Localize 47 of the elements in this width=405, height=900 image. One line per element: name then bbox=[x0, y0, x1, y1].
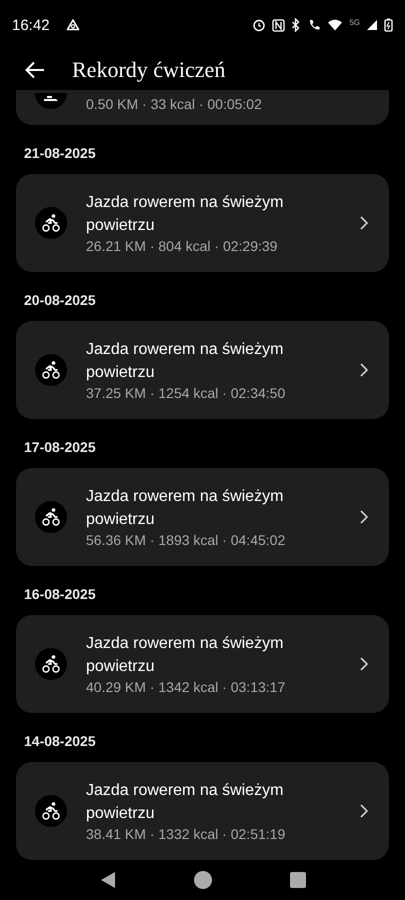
cyclist-icon bbox=[35, 501, 67, 533]
alarm-icon bbox=[252, 18, 266, 32]
record-title: Jazda rowerem na świeżym powietrzu bbox=[86, 340, 284, 383]
cyclist-icon bbox=[35, 795, 67, 827]
record-title: Jazda rowerem na świeżym powietrzu bbox=[86, 193, 284, 236]
record-stats: 40.29 KM · 1342 kcal · 03:13:17 bbox=[86, 678, 286, 696]
record-stats: 37.25 KM · 1254 kcal · 02:34:50 bbox=[86, 384, 286, 402]
back-nav-icon[interactable] bbox=[98, 871, 117, 889]
record-title: Jazda rowerem na świeżym powietrzu bbox=[86, 634, 284, 677]
record-card[interactable]: 0.50 KM · 33 kcal · 00:05:02 bbox=[16, 90, 389, 125]
cyclist-icon bbox=[35, 648, 67, 680]
record-card[interactable]: Jazda rowerem na świeżym powietrzu 40.29 KM · 1342 kcal · 03:13:17 bbox=[16, 615, 389, 713]
record-card[interactable]: Jazda rowerem na świeżym powietrzu 38.41 KM · 1332 kcal · 02:51:19 bbox=[16, 762, 389, 860]
date-heading: 21-08-2025 bbox=[23, 144, 97, 163]
record-title: Jazda rowerem na świeżym powietrzu bbox=[86, 781, 284, 824]
chevron-right-icon bbox=[359, 215, 369, 231]
record-stats: 26.21 KM · 804 kcal · 02:29:39 bbox=[86, 237, 278, 255]
battery-icon bbox=[384, 18, 393, 32]
triangle-icon bbox=[66, 18, 80, 32]
record-card[interactable]: Jazda rowerem na świeżym powietrzu 37.25 KM · 1254 kcal · 02:34:50 bbox=[16, 321, 389, 419]
chevron-right-icon bbox=[359, 509, 369, 525]
network-type: 5G bbox=[349, 18, 360, 27]
cyclist-icon bbox=[35, 354, 67, 386]
recents-nav-icon[interactable] bbox=[290, 872, 306, 888]
chevron-right-icon bbox=[359, 362, 369, 378]
record-stats: 56.36 KM · 1893 kcal · 04:45:02 bbox=[86, 531, 286, 549]
date-heading: 16-08-2025 bbox=[23, 585, 97, 604]
signal-icon bbox=[366, 19, 378, 31]
record-stats: 0.50 KM · 33 kcal · 00:05:02 bbox=[86, 95, 262, 113]
home-nav-icon[interactable] bbox=[194, 871, 212, 889]
date-heading: 17-08-2025 bbox=[23, 438, 97, 457]
wifi-icon bbox=[327, 18, 344, 32]
date-heading: 14-08-2025 bbox=[23, 732, 97, 751]
chevron-right-icon bbox=[359, 656, 369, 672]
record-title: Jazda rowerem na świeżym powietrzu bbox=[86, 487, 284, 530]
cyclist-icon bbox=[35, 207, 67, 239]
record-card[interactable]: Jazda rowerem na świeżym powietrzu 26.21 KM · 804 kcal · 02:29:39 bbox=[16, 174, 389, 272]
nfc-icon bbox=[272, 18, 286, 32]
bluetooth-icon bbox=[291, 18, 302, 32]
page-title: Rekordy ćwiczeń bbox=[72, 57, 226, 83]
date-heading: 20-08-2025 bbox=[23, 291, 97, 310]
chevron-right-icon bbox=[359, 803, 369, 819]
record-stats: 38.41 KM · 1332 kcal · 02:51:19 bbox=[86, 825, 286, 843]
record-card[interactable]: Jazda rowerem na świeżym powietrzu 56.36 KM · 1893 kcal · 04:45:02 bbox=[16, 468, 389, 566]
phone-icon bbox=[307, 18, 322, 32]
back-arrow-icon[interactable] bbox=[24, 59, 46, 81]
clock-time: 16:42 bbox=[12, 16, 50, 34]
